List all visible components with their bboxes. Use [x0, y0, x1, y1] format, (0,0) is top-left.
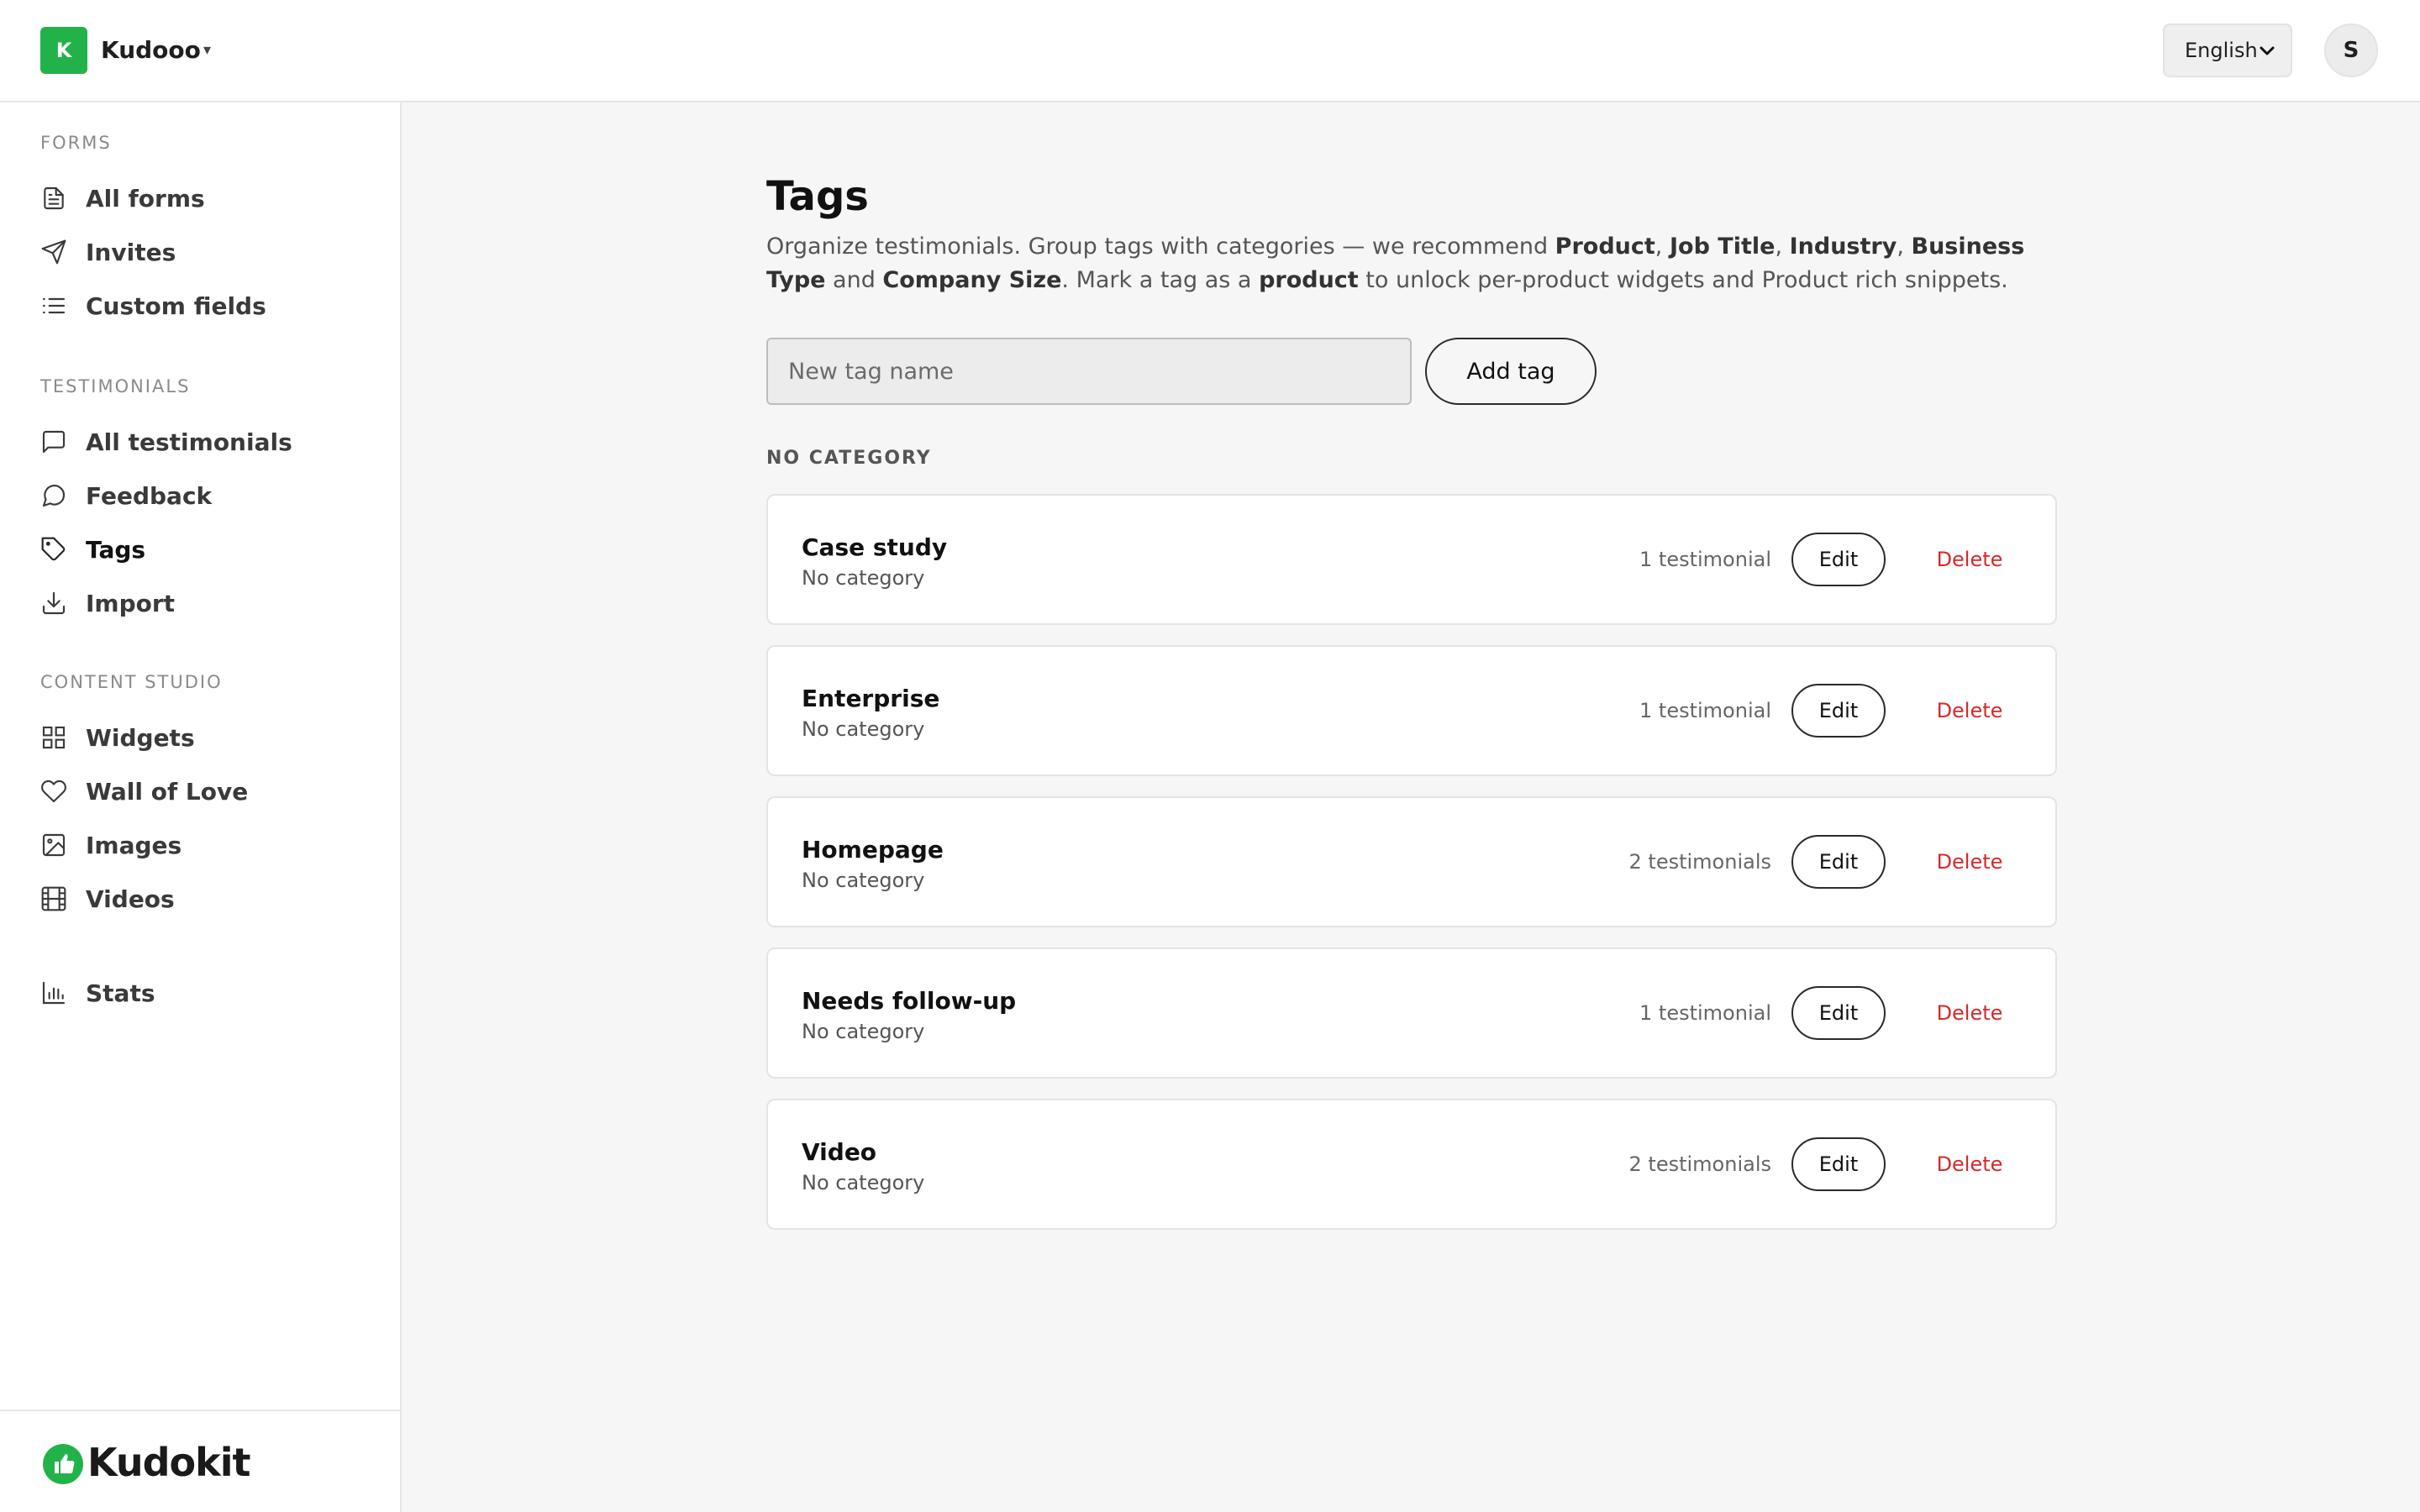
sidebar-item-label: Custom fields: [86, 291, 266, 320]
tag-name: Needs follow-up: [802, 987, 1017, 1015]
tag-row: Enterprise No category 1 testimonial Edi…: [766, 645, 2057, 776]
language-select[interactable]: English: [2163, 24, 2292, 77]
tag-category: No category: [802, 566, 925, 590]
sidebar-item-all-testimonials[interactable]: All testimonials: [40, 422, 376, 462]
sidebar-item-label: Widgets: [86, 723, 195, 752]
tag-name: Case study: [802, 533, 948, 561]
language-select-value: English: [2185, 39, 2258, 62]
document-icon: [40, 185, 67, 212]
new-tag-name-input[interactable]: [766, 338, 1412, 405]
edit-tag-button[interactable]: Edit: [1791, 533, 1886, 586]
delete-tag-button[interactable]: Delete: [1919, 684, 2020, 738]
tag-row: Case study No category 1 testimonial Edi…: [766, 494, 2057, 625]
message-circle-icon: [40, 482, 67, 509]
sidebar-item-images[interactable]: Images: [40, 825, 376, 865]
thumbs-up-logo-icon: [43, 1444, 83, 1484]
sidebar-item-widgets[interactable]: Widgets: [40, 717, 376, 758]
tag-testimonial-count: 1 testimonial: [1639, 699, 1771, 722]
film-icon: [40, 885, 67, 912]
tag-list: Case study No category 1 testimonial Edi…: [766, 494, 2057, 1250]
tag-icon: [40, 536, 67, 563]
workspace-badge[interactable]: K: [40, 27, 87, 74]
sidebar-item-label: Images: [86, 831, 182, 859]
delete-tag-button[interactable]: Delete: [1919, 1137, 2020, 1191]
edit-tag-button[interactable]: Edit: [1791, 684, 1886, 738]
tag-category: No category: [802, 717, 925, 741]
sidebar-item-label: Stats: [86, 979, 155, 1007]
sidebar-item-stats[interactable]: Stats: [40, 973, 376, 1013]
sidebar-item-custom-fields[interactable]: Custom fields: [40, 286, 376, 326]
image-icon: [40, 832, 67, 858]
tag-name: Homepage: [802, 836, 944, 864]
delete-tag-button[interactable]: Delete: [1919, 835, 2020, 889]
sidebar-section-forms: FORMS: [40, 133, 112, 153]
tag-testimonial-count: 1 testimonial: [1639, 1001, 1771, 1025]
sidebar-item-wall-of-love[interactable]: Wall of Love: [40, 771, 376, 811]
tag-testimonial-count: 2 testimonials: [1628, 850, 1771, 874]
delete-tag-button[interactable]: Delete: [1919, 533, 2020, 586]
tag-category: No category: [802, 1171, 925, 1194]
page-description: Organize testimonials. Group tags with c…: [766, 234, 2025, 293]
edit-tag-button[interactable]: Edit: [1791, 835, 1886, 889]
tag-category: No category: [802, 869, 925, 892]
tag-row: Video No category 2 testimonials Edit De…: [766, 1099, 2057, 1230]
user-avatar[interactable]: S: [2324, 24, 2378, 77]
tag-testimonial-count: 1 testimonial: [1639, 548, 1771, 571]
grid-icon: [40, 724, 67, 751]
sidebar-item-label: Tags: [86, 535, 146, 564]
tag-name: Video: [802, 1138, 877, 1166]
sidebar-item-feedback[interactable]: Feedback: [40, 475, 376, 516]
tag-name: Enterprise: [802, 685, 940, 712]
sidebar-section-content-studio: CONTENT STUDIO: [40, 672, 223, 692]
workspace-name[interactable]: Kudooo: [101, 34, 201, 67]
sidebar-item-all-forms[interactable]: All forms: [40, 178, 376, 218]
sidebar-footer: Kudokit: [0, 1410, 400, 1512]
brand-name: Kudokit: [87, 1440, 250, 1485]
top-header: K Kudooo ▾ English S: [0, 0, 2420, 102]
list-icon: [40, 292, 67, 319]
sidebar-item-label: Wall of Love: [86, 777, 249, 806]
sidebar-item-import[interactable]: Import: [40, 583, 376, 623]
bar-chart-icon: [40, 979, 67, 1006]
category-heading: NO CATEGORY: [766, 448, 932, 469]
download-icon: [40, 590, 67, 617]
sidebar-item-label: Videos: [86, 885, 175, 913]
edit-tag-button[interactable]: Edit: [1791, 986, 1886, 1040]
heart-icon: [40, 778, 67, 805]
sidebar-item-label: Invites: [86, 238, 176, 266]
page-title: Tags: [766, 173, 869, 220]
tag-testimonial-count: 2 testimonials: [1628, 1152, 1771, 1176]
sidebar-section-testimonials: TESTIMONIALS: [40, 376, 191, 396]
sidebar-item-label: Feedback: [86, 481, 213, 510]
chevron-down-icon: [2260, 46, 2275, 55]
tag-category: No category: [802, 1020, 925, 1043]
tag-row: Homepage No category 2 testimonials Edit…: [766, 796, 2057, 927]
send-icon: [40, 239, 67, 265]
sidebar-item-videos[interactable]: Videos: [40, 879, 376, 919]
sidebar-item-label: All testimonials: [86, 428, 292, 456]
sidebar-item-label: All forms: [86, 184, 205, 213]
edit-tag-button[interactable]: Edit: [1791, 1137, 1886, 1191]
message-square-icon: [40, 428, 67, 455]
sidebar-item-label: Import: [86, 589, 176, 617]
add-tag-button[interactable]: Add tag: [1425, 338, 1597, 405]
sidebar: FORMS All forms Invites Custom fields TE…: [0, 102, 402, 1512]
sidebar-item-tags[interactable]: Tags: [40, 529, 376, 570]
delete-tag-button[interactable]: Delete: [1919, 986, 2020, 1040]
tag-row: Needs follow-up No category 1 testimonia…: [766, 948, 2057, 1079]
workspace-dropdown-caret-icon[interactable]: ▾: [203, 40, 211, 60]
sidebar-item-invites[interactable]: Invites: [40, 232, 376, 272]
